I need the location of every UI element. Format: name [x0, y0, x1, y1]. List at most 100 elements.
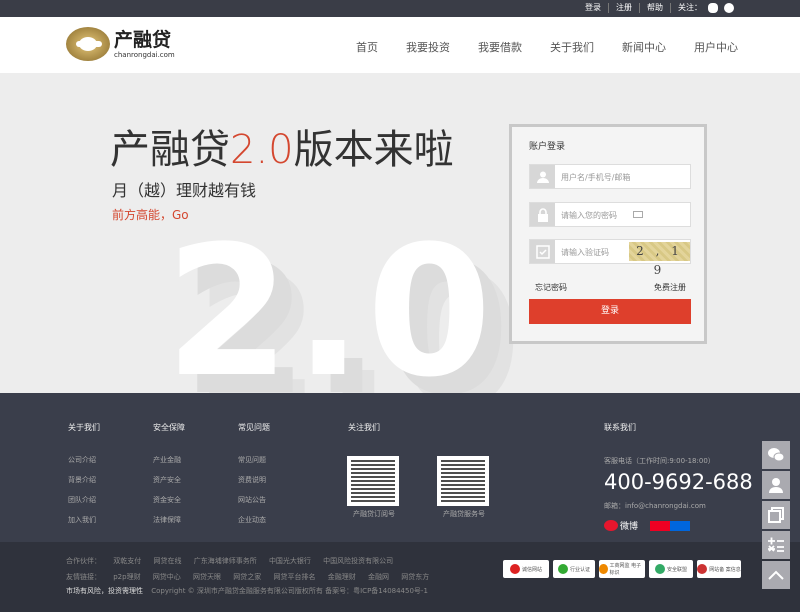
- hero-title-main: 产融贷: [110, 127, 230, 173]
- friend-link[interactable]: 网贷平台排名: [274, 573, 316, 581]
- badge-industry[interactable]: 行业认证: [553, 560, 595, 578]
- footer-col-faq: 常见问题 常见问题 资费说明 网站公告 企业动态: [238, 422, 270, 535]
- register-link[interactable]: 注册: [608, 3, 639, 13]
- service-hours: 客服电话（工作时间:9:00-18:00）: [604, 457, 715, 465]
- username-input[interactable]: 用户名/手机号/邮箱: [561, 172, 630, 183]
- side-calculator-button[interactable]: [762, 531, 790, 559]
- side-copy-button[interactable]: [762, 501, 790, 529]
- back-to-top-icon: [768, 570, 784, 580]
- badge-label: 安全联盟: [666, 566, 687, 573]
- footer-link[interactable]: 常见问题: [238, 455, 270, 465]
- captcha-image[interactable]: 2 , 1 9: [629, 242, 690, 277]
- header: 产融贷 chanrongdai.com 首页 我要投资 我要借款 关于我们 新闻…: [0, 17, 800, 73]
- friend-link[interactable]: 网贷天眼: [193, 573, 221, 581]
- forgot-password-link[interactable]: 忘记密码: [535, 282, 567, 293]
- record-badge-icon: [697, 564, 708, 574]
- side-service-button[interactable]: [762, 471, 790, 499]
- footer-col-title: 安全保障: [153, 423, 185, 432]
- partner-link[interactable]: 中国光大银行: [269, 557, 311, 565]
- nav-about[interactable]: 关于我们: [550, 39, 594, 55]
- logo-mark-icon: [66, 27, 110, 61]
- friend-link[interactable]: 网贷中心: [153, 573, 181, 581]
- copy-icon: [768, 507, 784, 523]
- friend-link[interactable]: 网贷之家: [233, 573, 261, 581]
- friend-link[interactable]: 网贷东方: [401, 573, 429, 581]
- nav-user-center[interactable]: 用户中心: [694, 39, 738, 55]
- badge-trust[interactable]: 诚信网站: [503, 560, 549, 578]
- partner-link[interactable]: 中国风险投资有限公司: [323, 557, 393, 565]
- footer-col-security: 安全保障 产业金融 资产安全 资金安全 法律保障: [153, 422, 185, 535]
- footer-link[interactable]: 资产安全: [153, 475, 185, 485]
- side-top-button[interactable]: [762, 561, 790, 589]
- qq-icon[interactable]: [724, 3, 734, 13]
- help-link[interactable]: 帮助: [639, 3, 670, 13]
- footer-link[interactable]: 团队介绍: [68, 495, 100, 505]
- friend-link[interactable]: 金融网: [368, 573, 389, 581]
- wechat-icon: [768, 448, 785, 462]
- side-wechat-button[interactable]: [762, 441, 790, 469]
- footer-link[interactable]: 产业金融: [153, 455, 185, 465]
- hero-banner: 2.0 产融贷2.0版本来啦 月（越）理财越有钱 前方高能，Go 账户登录 用户…: [0, 73, 800, 393]
- footer-link[interactable]: 加入我们: [68, 515, 100, 525]
- partner-logo-icon[interactable]: [650, 520, 691, 531]
- footer-link[interactable]: 背景介绍: [68, 475, 100, 485]
- wechat-icon[interactable]: [708, 3, 718, 13]
- footer-link[interactable]: 资金安全: [153, 495, 185, 505]
- footer-link[interactable]: 企业动态: [238, 515, 270, 525]
- hero-subtitle: 月（越）理财越有钱: [112, 181, 257, 200]
- risk-warning: 市场有风险，投资需理性: [66, 587, 143, 595]
- badge-label: 工商网监 电子标识: [609, 563, 642, 576]
- badge-label: 行业认证: [569, 566, 590, 573]
- main-nav: 首页 我要投资 我要借款 关于我们 新闻中心 用户中心: [328, 39, 738, 55]
- password-field[interactable]: 请输入您的密码: [529, 202, 691, 227]
- top-social-icons: [708, 3, 734, 13]
- partner-link[interactable]: 广东海埔律师事务所: [194, 557, 257, 565]
- free-register-link[interactable]: 免费注册: [654, 282, 686, 293]
- login-link[interactable]: 登录: [578, 3, 608, 13]
- partners-label: 合作伙伴：: [66, 557, 101, 565]
- nav-home[interactable]: 首页: [356, 39, 378, 55]
- calculator-icon: [768, 537, 784, 552]
- password-input[interactable]: 请输入您的密码: [561, 210, 617, 221]
- weibo-icon: [604, 520, 618, 531]
- footer-link[interactable]: 资费说明: [238, 475, 270, 485]
- partners-row: 合作伙伴： 双乾支付 网贷在线 广东海埔律师事务所 中国光大银行 中国风险投资有…: [66, 556, 403, 566]
- captcha-input[interactable]: 请输入验证码: [561, 247, 609, 258]
- copyright-text: Copyright © 深圳市产融贷金融服务有限公司版权所有 备案号：粤ICP备…: [151, 587, 428, 595]
- username-field[interactable]: 用户名/手机号/邮箱: [529, 164, 691, 189]
- footer-link[interactable]: 公司介绍: [68, 455, 100, 465]
- verify-icon: [530, 240, 555, 263]
- contact-title: 联系我们: [604, 423, 636, 432]
- footer-col-follow: 关注我们: [348, 422, 380, 455]
- partner-link[interactable]: 网贷在线: [153, 557, 181, 565]
- login-box: 账户登录 用户名/手机号/邮箱 请输入您的密码 请输入验证码 2 , 1 9 忘…: [509, 124, 707, 344]
- friend-links-label: 友情链接：: [66, 573, 101, 581]
- friend-link[interactable]: p2p理财: [113, 573, 140, 581]
- footer: 关于我们 公司介绍 背景介绍 团队介绍 加入我们 安全保障 产业金融 资产安全 …: [0, 393, 800, 542]
- footer-col-about: 关于我们 公司介绍 背景介绍 团队介绍 加入我们: [68, 422, 100, 535]
- weibo-link[interactable]: 微博: [604, 519, 638, 532]
- nav-news[interactable]: 新闻中心: [622, 39, 666, 55]
- captcha-field[interactable]: 请输入验证码 2 , 1 9: [529, 239, 691, 277]
- keyboard-icon[interactable]: [633, 211, 643, 218]
- hero-big-text: 2.0: [165, 208, 496, 394]
- footer-link[interactable]: 网站公告: [238, 495, 270, 505]
- logo[interactable]: 产融贷 chanrongdai.com: [66, 27, 175, 61]
- badge-record[interactable]: 网站备 案信息: [697, 560, 741, 578]
- nav-borrow[interactable]: 我要借款: [478, 39, 522, 55]
- friend-link[interactable]: 金融理财: [328, 573, 356, 581]
- badge-security[interactable]: 安全联盟: [649, 560, 693, 578]
- service-email[interactable]: 邮箱：info@chanrongdai.com: [604, 501, 753, 511]
- footer-link[interactable]: 法律保障: [153, 515, 185, 525]
- partner-link[interactable]: 双乾支付: [113, 557, 141, 565]
- hero-title-end: 版本来啦: [293, 127, 454, 173]
- badge-gov[interactable]: 工商网监 电子标识: [599, 560, 645, 578]
- footer-col-title: 关注我们: [348, 423, 380, 432]
- user-icon: [530, 165, 555, 188]
- login-button[interactable]: 登录: [529, 299, 691, 324]
- logo-en: chanrongdai.com: [114, 51, 175, 59]
- hero-title-version: 2.0: [230, 127, 294, 173]
- side-toolbar: [762, 441, 790, 591]
- login-title: 账户登录: [529, 142, 566, 152]
- nav-invest[interactable]: 我要投资: [406, 39, 450, 55]
